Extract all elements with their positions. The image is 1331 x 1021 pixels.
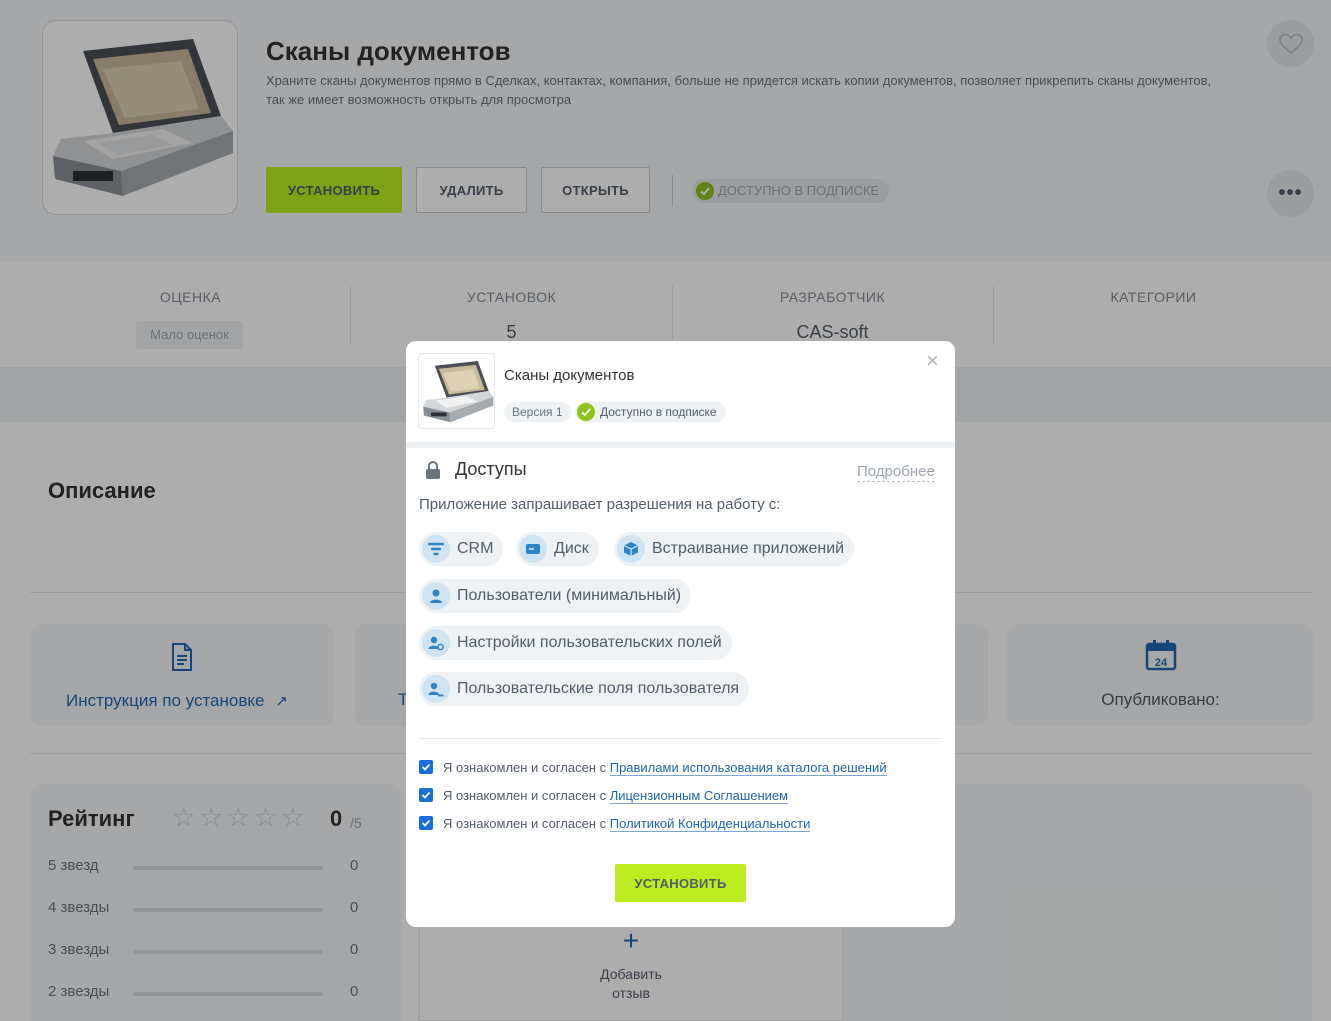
permission-label: Диск <box>554 540 589 557</box>
agreement-text: Я ознакомлен и согласен с Правилами испо… <box>443 759 887 777</box>
disk-icon <box>519 535 547 563</box>
agreement-checkbox[interactable] <box>419 816 433 830</box>
agreement-prefix: Я ознакомлен и согласен с <box>443 760 610 775</box>
permission-label: Встраивание приложений <box>652 540 845 557</box>
crm-filter-icon <box>422 535 450 563</box>
dialog-title: Сканы документов <box>504 367 635 384</box>
dialog-header: Сканы документов Версия 1 Доступно в под… <box>406 341 955 442</box>
permission-chip-users: Пользователи (минимальный) <box>419 579 692 613</box>
permission-label: Пользовательские поля пользователя <box>457 680 740 697</box>
subscription-badge: Доступно в подписке <box>575 402 726 422</box>
agreement-prefix: Я ознакомлен и согласен с <box>443 788 610 803</box>
permissions-request-text: Приложение запрашивает разрешения на раб… <box>419 496 781 513</box>
agreement-text: Я ознакомлен и согласен с Политикой Конф… <box>443 815 811 833</box>
subscription-badge-label: Доступно в подписке <box>600 405 717 419</box>
agreement-prefix: Я ознакомлен и согласен с <box>443 816 610 831</box>
close-icon[interactable]: × <box>926 350 939 372</box>
agreement-checkbox[interactable] <box>419 788 433 802</box>
dialog-install-button[interactable]: УСТАНОВИТЬ <box>615 864 746 902</box>
permission-label: CRM <box>457 540 494 557</box>
privacy-link[interactable]: Политикой Конфиденциальности <box>609 816 811 832</box>
embed-cube-icon <box>617 535 645 563</box>
permission-chip-crm: CRM <box>419 532 504 566</box>
version-badge: Версия 1 <box>504 402 571 422</box>
check-circle-icon <box>577 403 595 421</box>
agreement-checkbox[interactable] <box>419 760 433 774</box>
scanner-image <box>423 361 494 423</box>
divider <box>419 738 942 739</box>
user-icon <box>422 582 450 610</box>
agreement-text: Я ознакомлен и согласен с Лицензионным С… <box>443 787 789 805</box>
user-fields-icon <box>422 675 450 703</box>
dialog-app-image <box>418 353 495 429</box>
install-dialog: Сканы документов Версия 1 Доступно в под… <box>406 341 955 927</box>
permission-chip-embed: Встраивание приложений <box>614 532 855 566</box>
lock-icon <box>426 461 440 479</box>
license-link[interactable]: Лицензионным Соглашением <box>609 788 789 804</box>
permission-label: Настройки пользовательских полей <box>457 634 722 651</box>
more-details-link[interactable]: Подробнее <box>857 462 935 482</box>
permission-chip-disk: Диск <box>516 532 599 566</box>
permission-chip-user-fields: Пользовательские поля пользователя <box>419 672 750 706</box>
user-settings-icon <box>422 629 450 657</box>
permission-chip-user-settings: Настройки пользовательских полей <box>419 626 732 660</box>
access-title: Доступы <box>455 459 527 479</box>
rules-link[interactable]: Правилами использования каталога решений <box>609 760 887 776</box>
divider <box>406 442 955 448</box>
permission-label: Пользователи (минимальный) <box>457 587 682 604</box>
